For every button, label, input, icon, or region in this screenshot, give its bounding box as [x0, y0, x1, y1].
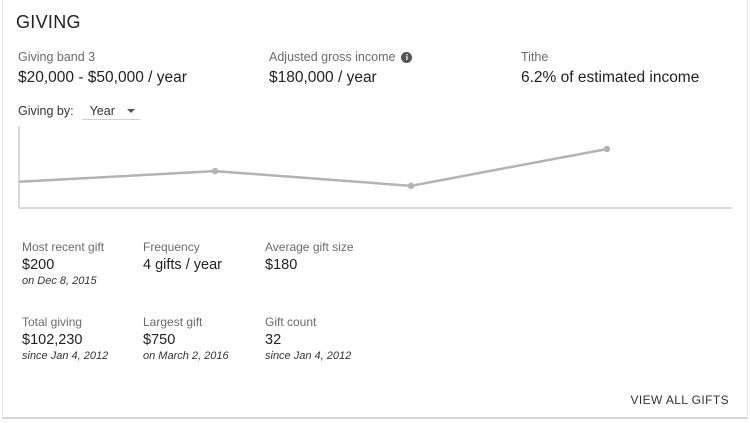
stat-most-recent-gift: Most recent gift $200 on Dec 8, 2015: [22, 240, 142, 287]
giving-by-control: Giving by: Year: [18, 104, 140, 120]
agi-label: Adjusted gross income: [269, 50, 396, 64]
giving-by-selected: Year: [89, 104, 115, 118]
chart-point[interactable]: [603, 145, 611, 153]
card-title: GIVING: [16, 12, 81, 32]
giving-by-select[interactable]: Year: [81, 104, 140, 120]
stat-sub: on March 2, 2016: [143, 350, 229, 362]
stat-largest-gift: Largest gift $750 on March 2, 2016: [143, 315, 263, 362]
stat-frequency: Frequency 4 gifts / year: [143, 240, 263, 275]
giving-card: GIVING Giving band 3 $20,000 - $50,000 /…: [2, 0, 748, 419]
agi-label-row: Adjusted gross income i: [269, 50, 413, 64]
tithe: Tithe 6.2% of estimated income: [521, 50, 699, 87]
stat-label: Largest gift: [143, 315, 203, 329]
stat-sub: on Dec 8, 2015: [22, 275, 97, 287]
stat-label: Average gift size: [265, 240, 354, 254]
view-all-gifts-link[interactable]: VIEW ALL GIFTS: [630, 393, 729, 407]
stat-value: $200: [22, 257, 55, 273]
stat-sub: since Jan 4, 2012: [22, 350, 109, 362]
chart-series-line: [18, 147, 608, 188]
info-icon[interactable]: i: [401, 51, 413, 63]
agi-value: $180,000 / year: [269, 69, 377, 86]
stat-gift-count: Gift count 32 since Jan 4, 2012: [265, 315, 385, 362]
stat-value: $750: [143, 332, 176, 348]
chart-point[interactable]: [407, 182, 415, 190]
stat-average-gift-size: Average gift size $180: [265, 240, 385, 275]
tithe-value: 6.2% of estimated income: [521, 69, 700, 86]
chart-point[interactable]: [211, 167, 219, 175]
stat-value: 4 gifts / year: [143, 257, 222, 273]
stat-sub: since Jan 4, 2012: [265, 350, 352, 362]
giving-by-label: Giving by:: [18, 104, 74, 118]
stat-label: Most recent gift: [22, 240, 105, 254]
stat-label: Frequency: [143, 240, 200, 254]
giving-band: Giving band 3 $20,000 - $50,000 / year: [18, 50, 187, 87]
adjusted-gross-income: Adjusted gross income i $180,000 / year: [269, 50, 413, 87]
stat-label: Gift count: [265, 315, 317, 329]
stat-value: $180: [265, 257, 298, 273]
stat-value: $102,230: [22, 332, 83, 348]
stat-value: 32: [265, 332, 282, 348]
stat-label: Total giving: [22, 315, 83, 329]
giving-band-value: $20,000 - $50,000 / year: [18, 69, 187, 86]
tithe-label: Tithe: [521, 50, 549, 64]
giving-chart: [18, 126, 732, 209]
giving-summary: Giving band 3 $20,000 - $50,000 / year A…: [18, 50, 738, 94]
stat-total-giving: Total giving $102,230 since Jan 4, 2012: [22, 315, 142, 362]
chevron-down-icon: [126, 109, 135, 113]
giving-band-label: Giving band 3: [18, 50, 96, 64]
